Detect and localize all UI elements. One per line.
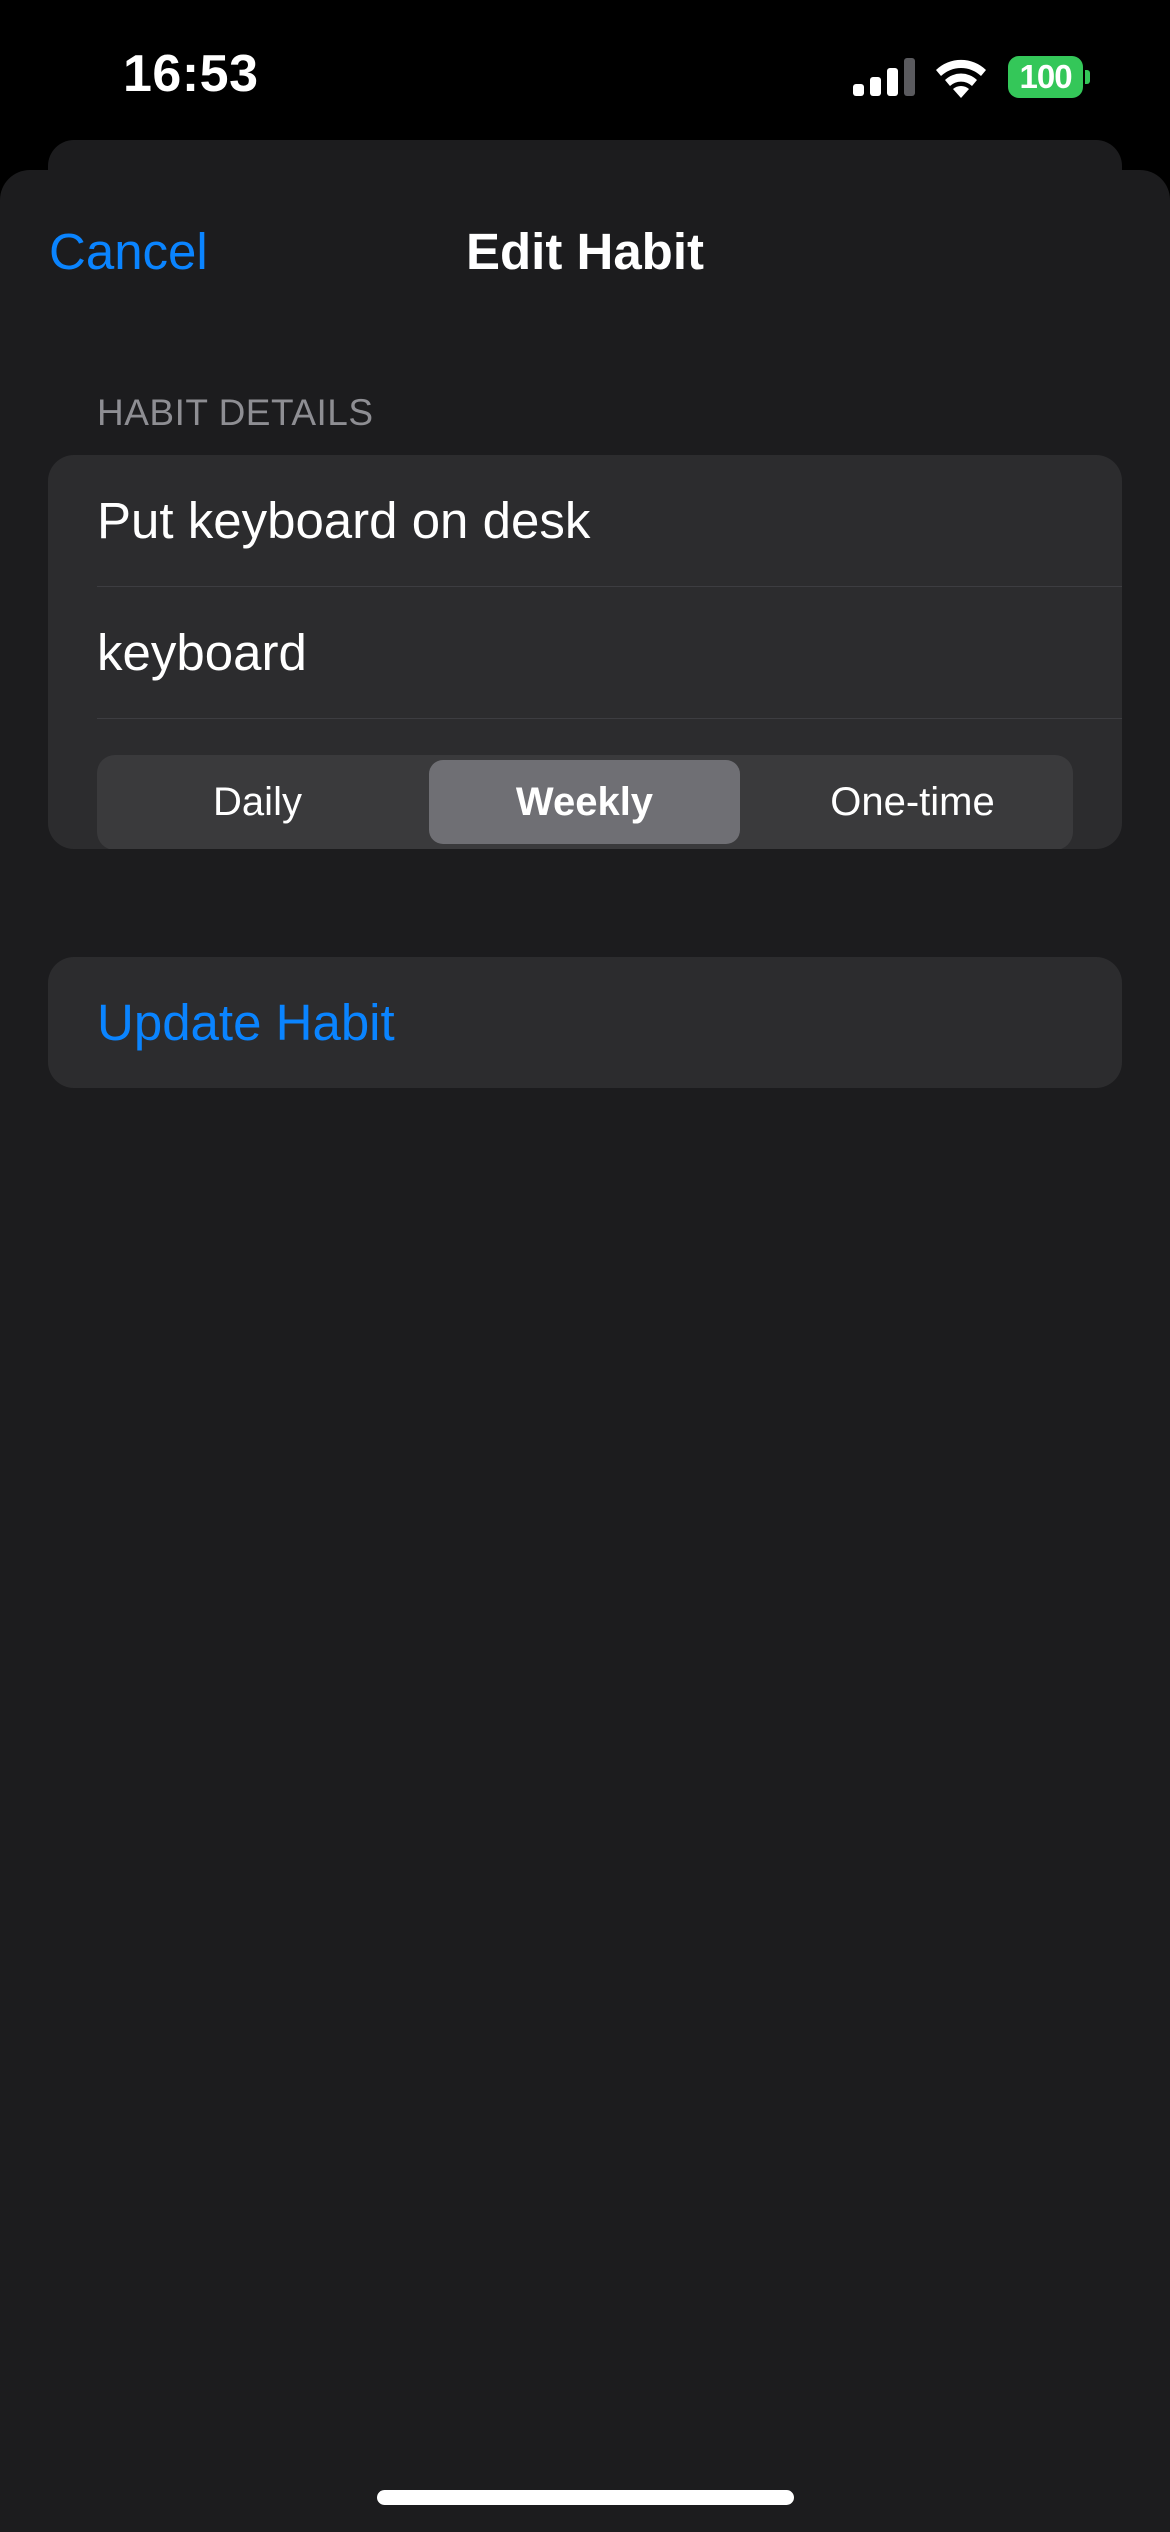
- frequency-segmented-control[interactable]: Daily Weekly One-time: [97, 755, 1073, 849]
- cancel-button[interactable]: Cancel: [49, 222, 208, 281]
- habit-name-field[interactable]: Put keyboard on desk: [97, 491, 590, 550]
- wifi-icon: [936, 59, 986, 98]
- update-habit-row[interactable]: Update Habit: [48, 957, 1122, 1088]
- section-header-habit-details: HABIT DETAILS: [97, 392, 374, 433]
- battery-level: 100: [1008, 56, 1084, 98]
- keyword-field[interactable]: keyboard: [97, 623, 307, 682]
- nav-bar: Edit Habit Cancel: [0, 170, 1170, 340]
- segment-weekly[interactable]: Weekly: [429, 760, 740, 844]
- segment-daily[interactable]: Daily: [102, 760, 413, 844]
- habit-details-group: Put keyboard on desk keyboard Daily Week…: [48, 455, 1122, 849]
- keyword-row[interactable]: keyboard: [97, 587, 1122, 718]
- segment-one-time[interactable]: One-time: [757, 760, 1068, 844]
- status-time: 16:53: [123, 45, 259, 103]
- edit-habit-sheet: Edit Habit Cancel HABIT DETAILS Put keyb…: [0, 170, 1170, 2532]
- update-habit-button[interactable]: Update Habit: [97, 993, 395, 1052]
- home-indicator[interactable]: [377, 2490, 794, 2505]
- status-bar: 16:53 100: [0, 0, 1170, 150]
- row-divider: [97, 718, 1122, 719]
- screen: 16:53 100 Edit Habit Cancel HABIT DETAIL…: [0, 0, 1170, 2532]
- battery-icon: 100: [1008, 56, 1090, 98]
- signal-icon: [853, 58, 915, 96]
- habit-name-row[interactable]: Put keyboard on desk: [97, 455, 1122, 586]
- battery-nub: [1085, 70, 1090, 84]
